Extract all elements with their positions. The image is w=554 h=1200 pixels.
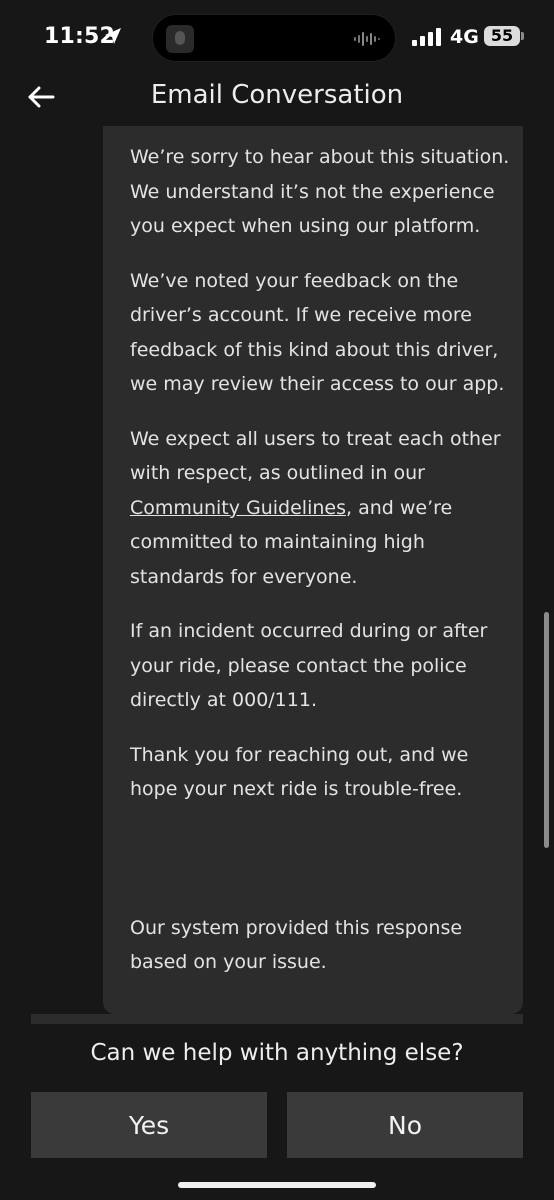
- battery-level: 55: [484, 26, 520, 46]
- email-message-body: We’re sorry to hear about this situation…: [130, 140, 510, 1000]
- back-arrow-icon[interactable]: [26, 82, 58, 112]
- now-playing-artwork: [166, 25, 194, 53]
- location-arrow-icon: [105, 28, 121, 44]
- page-title: Email Conversation: [150, 80, 404, 110]
- no-button[interactable]: No: [287, 1092, 523, 1158]
- message-paragraph: Thank you for reaching out, and we hope …: [130, 743, 469, 801]
- card-footer-divider: [31, 1014, 523, 1024]
- message-paragraph: If an incident occurred during or after …: [130, 620, 488, 711]
- email-message-card: We’re sorry to hear about this situation…: [103, 126, 523, 1014]
- status-bar: 11:52 4G 55: [0, 0, 554, 76]
- network-type: 4G: [450, 26, 479, 48]
- battery-tip: [521, 32, 524, 40]
- message-paragraph: We’re sorry to hear about this situation…: [130, 146, 510, 237]
- scrollbar-thumb[interactable]: [544, 612, 549, 848]
- dynamic-island[interactable]: [152, 14, 396, 62]
- message-paragraph: We’ve noted your feedback on the driver’…: [130, 269, 505, 396]
- message-text: We expect all users to treat each other …: [130, 427, 501, 485]
- screen: 11:52 4G 55 Email Conversation We’re sor…: [0, 0, 554, 1200]
- community-guidelines-link[interactable]: Community Guidelines: [130, 497, 346, 519]
- automated-response-note: Our system provided this response based …: [130, 916, 463, 974]
- home-indicator[interactable]: [178, 1182, 376, 1188]
- yes-button[interactable]: Yes: [31, 1092, 267, 1158]
- message-paragraph: We expect all users to treat each other …: [130, 422, 510, 595]
- help-question: Can we help with anything else?: [90, 1040, 464, 1066]
- audio-waveform-icon: [354, 32, 380, 46]
- cellular-signal-icon: [412, 28, 441, 46]
